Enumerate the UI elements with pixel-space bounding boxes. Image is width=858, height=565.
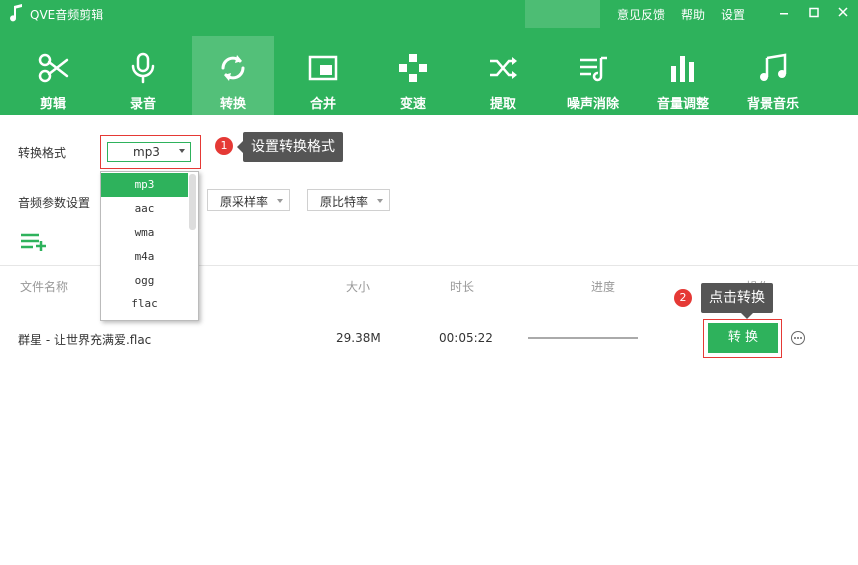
shuffle-icon	[490, 57, 517, 79]
col-header-progress: 进度	[591, 280, 616, 294]
minimize-icon[interactable]	[774, 4, 794, 22]
format-select[interactable]: mp3	[107, 142, 191, 162]
scissors-icon	[38, 53, 69, 83]
callout-click-convert: 点击转换	[701, 283, 773, 319]
bitrate-select[interactable]: 原比特率	[307, 189, 390, 211]
settings-link[interactable]: 设置	[721, 6, 745, 23]
col-header-name: 文件名称	[20, 280, 69, 294]
noise-icon	[580, 56, 607, 82]
tab-label: 背景音乐	[746, 97, 799, 112]
merge-icon	[308, 55, 338, 81]
music-icon	[760, 53, 787, 81]
refresh-icon	[221, 55, 245, 81]
format-option-mp3[interactable]: mp3	[101, 173, 188, 197]
main-toolbar: 剪辑 录音 转换 合并 变速 提取 噪声消除 音量调整 背景音乐	[12, 36, 858, 115]
tab-label: 变速	[399, 97, 426, 112]
chevron-down-icon	[179, 149, 185, 153]
tab-record[interactable]: 录音	[102, 36, 184, 115]
format-option-wma[interactable]: wma	[101, 221, 188, 245]
progress-bar	[528, 337, 638, 339]
step-badge-2: 2	[674, 289, 692, 307]
callout-set-format: 设置转换格式	[237, 132, 343, 162]
col-header-size: 大小	[346, 280, 371, 294]
tab-background-music[interactable]: 背景音乐	[732, 36, 814, 115]
dropdown-scrollbar[interactable]	[189, 174, 196, 230]
audio-params-label: 音频参数设置	[18, 196, 91, 210]
step-badge-1: 1	[215, 137, 233, 155]
app-header: QVE音频剪辑 意见反馈 帮助 设置 剪辑 录音 转换 合并 变速 提取 噪声消…	[0, 0, 858, 115]
feedback-link[interactable]: 意见反馈	[617, 6, 665, 23]
more-options-icon[interactable]	[791, 331, 805, 345]
col-header-duration: 时长	[450, 280, 475, 294]
tab-extract[interactable]: 提取	[462, 36, 544, 115]
format-option-ogg[interactable]: ogg	[101, 269, 188, 293]
title-bar: QVE音频剪辑 意见反馈 帮助 设置	[0, 0, 858, 28]
microphone-icon	[131, 52, 155, 84]
chevron-down-icon	[377, 199, 383, 203]
tab-convert[interactable]: 转换	[192, 36, 274, 115]
tab-label: 提取	[489, 97, 516, 112]
format-dropdown-list: mp3 aac wma m4a ogg flac	[100, 171, 199, 321]
add-file-icon[interactable]	[20, 230, 48, 252]
tab-label: 噪声消除	[566, 97, 619, 112]
tab-label: 转换	[219, 97, 246, 112]
tab-label: 合并	[309, 97, 336, 112]
format-option-m4a[interactable]: m4a	[101, 245, 188, 269]
title-bar-hover-area	[525, 0, 600, 28]
maximize-icon[interactable]	[804, 4, 824, 22]
tab-noise-removal[interactable]: 噪声消除	[552, 36, 634, 115]
chevron-down-icon	[277, 199, 283, 203]
format-label: 转换格式	[18, 146, 67, 160]
format-option-aac[interactable]: aac	[101, 197, 188, 221]
file-name: 群星 - 让世界充满爱.flac	[18, 333, 152, 347]
sample-rate-select[interactable]: 原采样率	[207, 189, 290, 211]
app-title: QVE音频剪辑	[30, 8, 104, 22]
file-duration: 00:05:22	[439, 331, 493, 345]
music-note-icon	[10, 4, 22, 22]
tab-label: 录音	[129, 97, 156, 112]
tab-cut[interactable]: 剪辑	[12, 36, 94, 115]
sample-rate-value: 原采样率	[220, 195, 269, 209]
tab-volume[interactable]: 音量调整	[642, 36, 724, 115]
volume-bars-icon	[671, 56, 694, 82]
tab-merge[interactable]: 合并	[282, 36, 364, 115]
format-select-value: mp3	[133, 145, 160, 159]
format-option-flac[interactable]: flac	[101, 292, 188, 316]
bitrate-value: 原比特率	[320, 195, 369, 209]
convert-button[interactable]: 转 换	[708, 323, 778, 353]
tab-label: 剪辑	[39, 97, 66, 112]
close-icon[interactable]	[833, 4, 853, 22]
file-size: 29.38M	[336, 331, 381, 345]
speed-icon	[399, 54, 427, 82]
tab-speed[interactable]: 变速	[372, 36, 454, 115]
tab-label: 音量调整	[656, 97, 709, 112]
help-link[interactable]: 帮助	[681, 6, 705, 23]
